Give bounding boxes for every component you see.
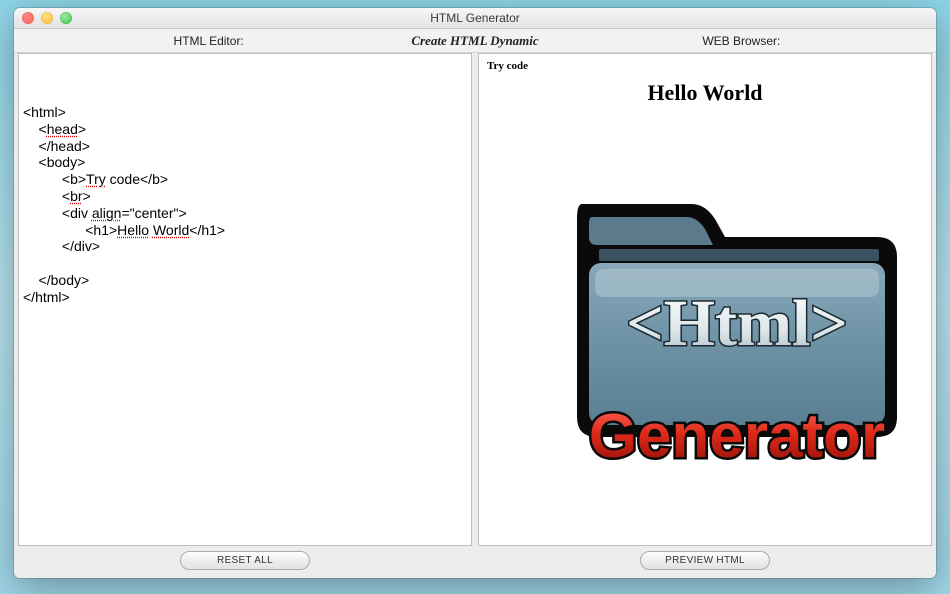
reset-all-button[interactable]: RESET ALL <box>180 551 310 570</box>
zoom-icon[interactable] <box>60 12 72 24</box>
section-headers: HTML Editor: Create HTML Dynamic WEB Bro… <box>14 29 936 53</box>
minimize-icon[interactable] <box>41 12 53 24</box>
app-subtitle: Create HTML Dynamic <box>403 33 546 49</box>
preview-heading: Hello World <box>487 80 923 106</box>
editor-text[interactable]: <html> <head> </head> <body> <b>Try code… <box>23 60 467 306</box>
preview-html-button[interactable]: PREVIEW HTML <box>640 551 770 570</box>
browser-section-label: WEB Browser: <box>547 34 936 48</box>
close-icon[interactable] <box>22 12 34 24</box>
web-browser-preview: Try code Hello World <box>478 53 932 546</box>
main-content: <html> <head> </head> <body> <b>Try code… <box>14 53 936 578</box>
folder-html-text: <Html> <box>626 287 848 360</box>
html-editor[interactable]: <html> <head> </head> <body> <b>Try code… <box>18 53 472 546</box>
preview-bold-text: Try code <box>487 60 923 72</box>
window-title: HTML Generator <box>14 11 936 25</box>
editor-panel: <html> <head> </head> <body> <b>Try code… <box>18 53 472 574</box>
folder-generator-text: Generator <box>589 402 885 471</box>
browser-panel: Try code Hello World <box>478 53 932 574</box>
app-window: HTML Generator HTML Editor: Create HTML … <box>14 8 936 578</box>
browser-button-row: PREVIEW HTML <box>478 546 932 574</box>
titlebar[interactable]: HTML Generator <box>14 8 936 29</box>
editor-button-row: RESET ALL <box>18 546 472 574</box>
editor-section-label: HTML Editor: <box>14 34 403 48</box>
traffic-lights <box>14 12 72 24</box>
html-generator-folder-icon: <Html> Generator <box>537 169 927 489</box>
